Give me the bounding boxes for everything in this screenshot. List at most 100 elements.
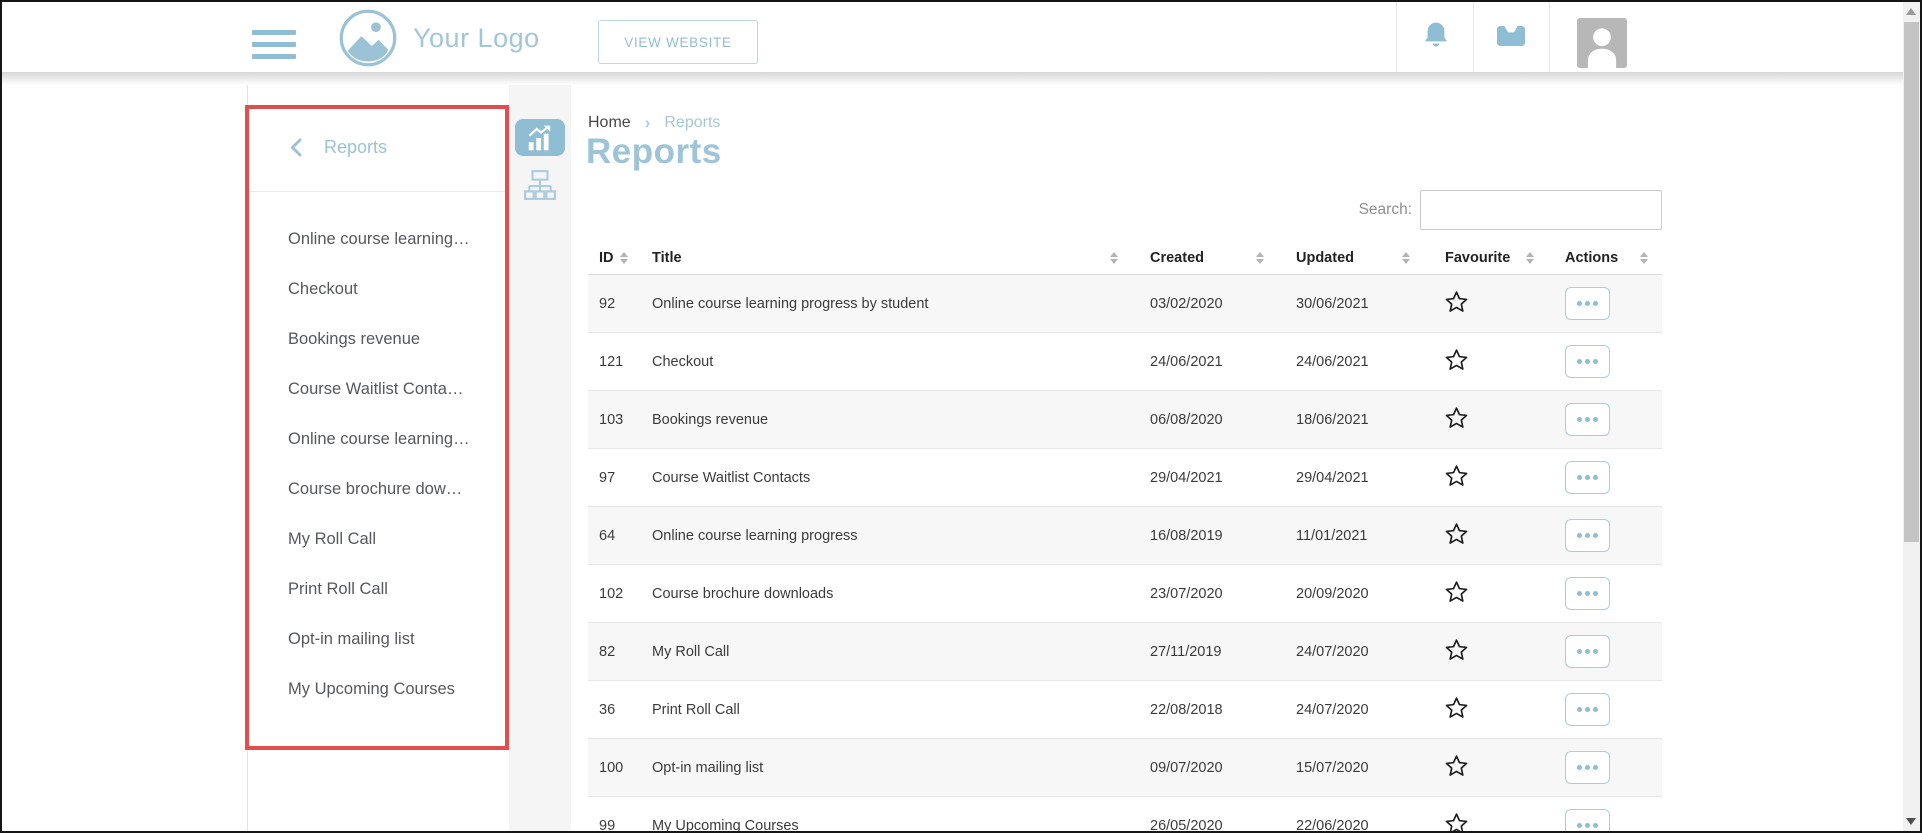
menu-icon[interactable] (252, 30, 296, 59)
sidebar-item[interactable]: My Upcoming Courses (288, 664, 509, 714)
table-row: 102Course brochure downloads23/07/202020… (588, 565, 1662, 623)
cell-title: Online course learning progress (642, 528, 1132, 544)
cell-actions (1548, 403, 1662, 436)
cell-favourite (1424, 580, 1548, 607)
star-outline-icon (1445, 522, 1468, 545)
bell-icon (1422, 20, 1450, 52)
notifications-button[interactable] (1422, 20, 1450, 55)
column-header-actions[interactable]: Actions (1548, 250, 1662, 266)
cell-title: My Upcoming Courses (642, 818, 1132, 833)
row-actions-button[interactable] (1565, 635, 1610, 668)
sidebar-item[interactable]: Online course learning… (288, 414, 509, 464)
cell-title: Checkout (642, 354, 1132, 370)
view-website-button[interactable]: VIEW WEBSITE (598, 20, 758, 64)
favourite-star-button[interactable] (1445, 696, 1468, 719)
sitemap-icon (522, 169, 558, 201)
cell-updated: 24/06/2021 (1278, 354, 1424, 370)
dot (1585, 475, 1590, 480)
favourite-star-button[interactable] (1445, 406, 1468, 429)
cell-favourite (1424, 464, 1548, 491)
row-actions-button[interactable] (1565, 693, 1610, 726)
divider (1549, 2, 1550, 72)
sidebar-item[interactable]: Course brochure dow… (288, 464, 509, 514)
sidebar-item[interactable]: Print Roll Call (288, 564, 509, 614)
cell-created: 24/06/2021 (1132, 354, 1278, 370)
favourite-star-button[interactable] (1445, 522, 1468, 545)
inbox-button[interactable] (1495, 23, 1527, 52)
column-header-updated[interactable]: Updated (1278, 250, 1424, 266)
cell-created: 06/08/2020 (1132, 412, 1278, 428)
cell-updated: 18/06/2021 (1278, 412, 1424, 428)
sidebar-item[interactable]: Course Waitlist Conta… (288, 364, 509, 414)
user-avatar[interactable] (1577, 18, 1627, 68)
column-header-title[interactable]: Title (642, 250, 1132, 266)
row-actions-button[interactable] (1565, 751, 1610, 784)
row-actions-button[interactable] (1565, 287, 1610, 320)
dot (1577, 707, 1582, 712)
cell-actions (1548, 635, 1662, 668)
sidebar-item[interactable]: Checkout (288, 264, 509, 314)
cell-created: 27/11/2019 (1132, 644, 1278, 660)
breadcrumb-home[interactable]: Home (588, 114, 631, 132)
table-body: 92Online course learning progress by stu… (588, 275, 1662, 833)
dot (1585, 359, 1590, 364)
row-actions-button[interactable] (1565, 809, 1610, 833)
favourite-star-button[interactable] (1445, 638, 1468, 661)
vertical-scrollbar[interactable] (1903, 2, 1920, 831)
favourite-star-button[interactable] (1445, 580, 1468, 603)
favourite-star-button[interactable] (1445, 754, 1468, 777)
favourite-star-button[interactable] (1445, 348, 1468, 371)
row-actions-button[interactable] (1565, 345, 1610, 378)
column-header-favourite[interactable]: Favourite (1424, 250, 1548, 266)
dot (1577, 533, 1582, 538)
favourite-star-button[interactable] (1445, 290, 1468, 313)
star-outline-icon (1445, 754, 1468, 777)
dot (1593, 359, 1598, 364)
sort-icon (1526, 252, 1534, 264)
inbox-tray-icon (1495, 23, 1527, 49)
sidebar-item[interactable]: Opt-in mailing list (288, 614, 509, 664)
sidebar-item[interactable]: Online course learning… (288, 214, 509, 264)
chevron-left-icon[interactable] (290, 138, 302, 157)
search-input[interactable] (1420, 190, 1662, 230)
sitemap-button[interactable] (521, 169, 559, 203)
sidebar-item[interactable]: Bookings revenue (288, 314, 509, 364)
dot (1577, 765, 1582, 770)
scroll-down-arrow-icon[interactable] (1906, 818, 1916, 825)
scrollbar-thumb[interactable] (1904, 22, 1919, 542)
bar-chart-icon (525, 124, 555, 152)
icon-rail (509, 85, 571, 831)
logo[interactable]: Your Logo (338, 7, 540, 69)
dot (1585, 707, 1590, 712)
cell-id: 92 (588, 296, 642, 312)
cell-created: 29/04/2021 (1132, 470, 1278, 486)
cell-favourite (1424, 348, 1548, 375)
cell-id: 97 (588, 470, 642, 486)
row-actions-button[interactable] (1565, 519, 1610, 552)
row-actions-button[interactable] (1565, 461, 1610, 494)
page-title: Reports (586, 132, 722, 172)
cell-created: 16/08/2019 (1132, 528, 1278, 544)
row-actions-button[interactable] (1565, 403, 1610, 436)
reports-chart-button[interactable] (515, 119, 565, 156)
table-row: 103Bookings revenue06/08/202018/06/2021 (588, 391, 1662, 449)
cell-favourite (1424, 696, 1548, 723)
cell-id: 82 (588, 644, 642, 660)
cell-title: Print Roll Call (642, 702, 1132, 718)
breadcrumb: Home › Reports (588, 113, 720, 133)
dot (1593, 417, 1598, 422)
favourite-star-button[interactable] (1445, 812, 1468, 833)
column-header-id[interactable]: ID (588, 250, 642, 266)
cell-actions (1548, 461, 1662, 494)
row-actions-button[interactable] (1565, 577, 1610, 610)
column-label: Title (652, 250, 682, 266)
favourite-star-button[interactable] (1445, 464, 1468, 487)
scroll-up-arrow-icon[interactable] (1906, 8, 1916, 15)
sidebar-item[interactable]: My Roll Call (288, 514, 509, 564)
dot (1577, 301, 1582, 306)
column-header-created[interactable]: Created (1132, 250, 1278, 266)
sort-icon (1402, 252, 1410, 264)
cell-updated: 30/06/2021 (1278, 296, 1424, 312)
cell-updated: 24/07/2020 (1278, 644, 1424, 660)
cell-id: 102 (588, 586, 642, 602)
